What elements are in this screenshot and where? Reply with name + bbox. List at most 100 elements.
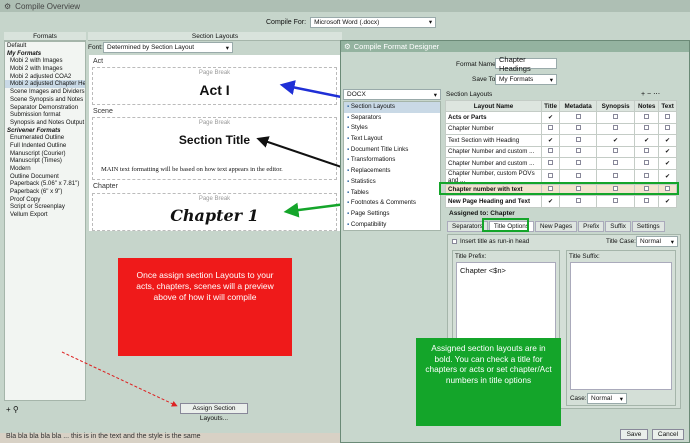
- column-header[interactable]: Notes: [634, 100, 660, 112]
- runin-checkbox[interactable]: [452, 239, 457, 244]
- format-name-input[interactable]: Chapter Headings: [495, 55, 557, 73]
- nav-label: Statistics: [350, 177, 376, 185]
- layout-row[interactable]: Chapter Number and custom ... ✔: [445, 145, 677, 158]
- column-header[interactable]: Text: [658, 100, 677, 112]
- nav-label: Page Settings: [350, 209, 390, 217]
- tab-highlight: [482, 218, 529, 232]
- save-to-select[interactable]: My Formats ▾: [495, 74, 557, 85]
- case-select[interactable]: Normal ▾: [587, 393, 627, 404]
- checkbox[interactable]: [634, 145, 660, 158]
- cancel-button[interactable]: Cancel: [652, 429, 684, 440]
- case-label: Case:: [570, 395, 587, 402]
- title-case-value: Normal: [640, 238, 661, 245]
- checkbox[interactable]: [596, 122, 636, 135]
- save-button[interactable]: Save: [620, 429, 648, 440]
- checkbox[interactable]: [596, 145, 636, 158]
- checkbox[interactable]: [634, 157, 660, 170]
- designer-nav-item[interactable]: ▪ Replacements: [344, 166, 440, 177]
- column-header[interactable]: Title: [540, 100, 561, 112]
- title-suffix-label: Title Suffix:: [569, 253, 600, 260]
- checkbox[interactable]: [559, 195, 598, 208]
- designer-nav-item[interactable]: ▪ Footnotes & Comments: [344, 198, 440, 209]
- checked-checkbox[interactable]: ✔: [658, 157, 677, 170]
- layout-name: New Page Heading and Text: [445, 195, 542, 208]
- layout-row[interactable]: Text Section with Heading ✔ ✔ ✔ ✔: [445, 134, 677, 147]
- checked-checkbox[interactable]: ✔: [540, 195, 561, 208]
- layout-tools[interactable]: + − ⋯: [641, 90, 660, 98]
- nav-label: Text Layout: [350, 135, 383, 143]
- layout-row[interactable]: Acts or Parts ✔: [445, 111, 677, 124]
- title-case-select[interactable]: Normal ▾: [636, 236, 678, 247]
- runin-label: Insert title as run-in head: [460, 238, 530, 245]
- checkbox[interactable]: [540, 122, 561, 135]
- column-header[interactable]: Metadata: [559, 100, 598, 112]
- layout-name: Acts or Parts: [445, 111, 542, 124]
- checkbox[interactable]: [559, 145, 598, 158]
- green-annotation: Assigned section layouts are in bold. Yo…: [416, 338, 561, 426]
- tab-settings[interactable]: Settings: [631, 221, 665, 232]
- checked-checkbox[interactable]: ✔: [634, 134, 660, 147]
- insert-runin[interactable]: Insert title as run-in head: [452, 238, 529, 245]
- save-to-label: Save To:: [472, 76, 498, 83]
- column-header[interactable]: Layout Name: [445, 100, 542, 112]
- checkbox[interactable]: [634, 195, 660, 208]
- checked-checkbox[interactable]: ✔: [658, 195, 677, 208]
- layout-name: Chapter Number and custom ...: [445, 157, 542, 170]
- checkbox[interactable]: [596, 195, 636, 208]
- chevron-down-icon: ▾: [619, 395, 623, 403]
- checkbox[interactable]: [540, 157, 561, 170]
- title-suffix-group: Title Suffix: Case: Normal ▾: [566, 250, 676, 406]
- designer-sidebar: ▪ Section Layouts ▪ Separators ▪ Styles ▪ T…: [343, 101, 441, 231]
- nav-label: Styles: [350, 124, 368, 132]
- checkbox[interactable]: [634, 122, 660, 135]
- checkbox[interactable]: [596, 111, 636, 124]
- designer-nav-item[interactable]: ▪ Styles: [344, 123, 440, 134]
- checked-checkbox[interactable]: ✔: [540, 134, 561, 147]
- nav-label: Section Layouts: [350, 103, 395, 110]
- checkbox[interactable]: [559, 111, 598, 124]
- designer-nav-item[interactable]: ▪ Compatibility: [344, 220, 440, 231]
- tab-new-pages[interactable]: New Pages: [534, 221, 578, 232]
- title-suffix-input[interactable]: [570, 262, 672, 390]
- designer-nav-item[interactable]: ▪ Statistics: [344, 177, 440, 188]
- checkbox[interactable]: [658, 111, 677, 124]
- checkbox[interactable]: [596, 157, 636, 170]
- layout-row[interactable]: Chapter Number: [445, 122, 677, 135]
- format-name-value: Chapter Headings: [499, 54, 531, 73]
- assigned-to: Assigned to: Chapter: [449, 210, 515, 217]
- checked-checkbox[interactable]: ✔: [540, 111, 561, 124]
- checkbox[interactable]: [540, 145, 561, 158]
- nav-label: Document Title Links: [350, 145, 409, 153]
- dialog-title-bar: ⚙ Compile Format Designer: [341, 41, 689, 52]
- checkbox[interactable]: [559, 134, 598, 147]
- checkbox[interactable]: [658, 122, 677, 135]
- layout-row[interactable]: Chapter Number and custom ... ✔: [445, 157, 677, 170]
- designer-nav-item[interactable]: ▪ Section Layouts: [344, 102, 440, 113]
- nav-label: Transformations: [350, 156, 396, 164]
- checkbox[interactable]: [559, 122, 598, 135]
- checkbox[interactable]: [634, 111, 660, 124]
- designer-nav-item[interactable]: ▪ Document Title Links: [344, 145, 440, 156]
- nav-label: Compatibility: [350, 220, 387, 228]
- nav-label: Footnotes & Comments: [350, 199, 416, 207]
- column-header[interactable]: Synopsis: [596, 100, 636, 112]
- checkbox[interactable]: [559, 157, 598, 170]
- designer-nav-item[interactable]: ▪ Page Settings: [344, 209, 440, 220]
- layout-name: Chapter Number: [445, 122, 542, 135]
- docx-select[interactable]: DOCX ▾: [343, 89, 441, 100]
- checked-checkbox[interactable]: ✔: [596, 134, 636, 147]
- tab-suffix[interactable]: Suffix: [605, 221, 631, 232]
- layout-row[interactable]: New Page Heading and Text ✔ ✔: [445, 195, 677, 208]
- highlight-box: [439, 182, 679, 195]
- designer-nav-item[interactable]: ▪ Transformations: [344, 155, 440, 166]
- save-to-value: My Formats: [499, 76, 534, 83]
- red-dashed-arrow: [61, 351, 178, 407]
- designer-nav-item[interactable]: ▪ Tables: [344, 188, 440, 199]
- tab-prefix[interactable]: Prefix: [578, 221, 605, 232]
- designer-nav-item[interactable]: ▪ Separators: [344, 113, 440, 124]
- checked-checkbox[interactable]: ✔: [658, 134, 677, 147]
- checked-checkbox[interactable]: ✔: [658, 145, 677, 158]
- assigned-label: Assigned to:: [449, 210, 489, 217]
- designer-nav-item[interactable]: ▪ Text Layout: [344, 134, 440, 145]
- title-case-label: Title Case:: [606, 238, 636, 245]
